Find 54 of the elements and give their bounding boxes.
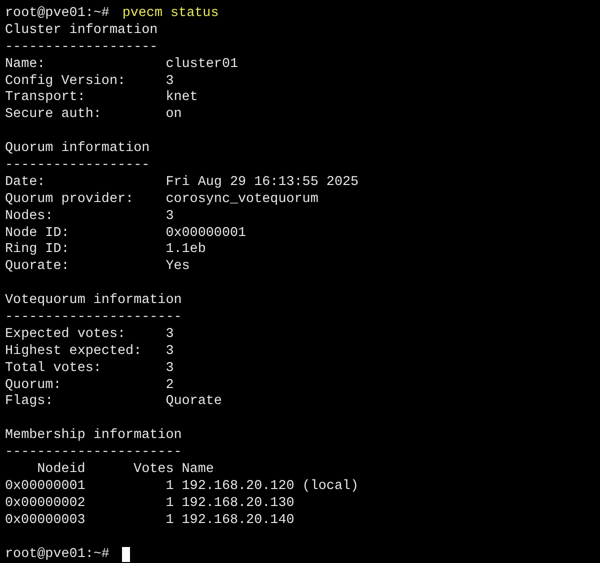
section-heading: Cluster information (5, 22, 158, 40)
column-header: Votes (134, 462, 174, 479)
shell-prompt: root@pve01:~# (5, 546, 110, 563)
table-cell: 0x00000002 (4, 496, 86, 513)
field-value: 3 (166, 326, 174, 344)
field-label: Nodes: (5, 208, 54, 224)
field-label: Highest expected: (5, 344, 142, 359)
table-cell: 192.168.20.140 (182, 512, 294, 530)
field-label: Node ID: (5, 226, 70, 241)
field-label: Quorum provider: (5, 192, 134, 207)
field-value: 3 (166, 344, 174, 361)
field-value: knet (166, 90, 198, 108)
field-value: 2 (166, 378, 174, 394)
table-cell: 0x00000003 (4, 512, 86, 530)
field-value: Yes (166, 259, 190, 276)
field-value: Fri Aug 29 16:13:55 2025 (166, 174, 359, 192)
table-cell: 192.168.20.120 (local) (182, 478, 359, 496)
section-heading: Quorum information (5, 141, 150, 158)
field-label: Total votes: (5, 360, 102, 376)
table-cell: 192.168.20.130 (182, 496, 294, 513)
field-label: Transport: (5, 90, 86, 106)
cursor-icon (122, 547, 130, 562)
field-value: on (166, 107, 182, 124)
field-value: cluster01 (166, 56, 238, 74)
field-label: Secure auth: (5, 107, 102, 122)
field-value: 3 (166, 74, 174, 90)
dashed-rule: ------------------- (5, 40, 158, 57)
shell-prompt: root@pve01:~# (5, 6, 110, 23)
field-value: 3 (166, 208, 174, 226)
field-value: 3 (166, 360, 174, 378)
field-value: 0x00000001 (166, 226, 246, 242)
column-header: Nodeid (37, 462, 86, 479)
dashed-rule: ---------------------- (5, 310, 182, 327)
field-label: Date: (5, 174, 46, 190)
field-label: Quorum: (5, 378, 62, 393)
field-value: Quorate (166, 394, 222, 412)
field-label: Ring ID: (5, 242, 70, 258)
table-cell: 0x00000001 (4, 478, 86, 496)
section-heading: Membership information (5, 428, 182, 446)
field-value: 1.1eb (166, 242, 206, 260)
table-cell: 1 (166, 496, 174, 513)
table-cell: 1 (166, 512, 174, 530)
table-cell: 1 (166, 478, 174, 496)
dashed-rule: ------------------ (5, 158, 150, 175)
field-label: Name: (5, 56, 46, 72)
field-label: Expected votes: (5, 326, 126, 342)
field-label: Quorate: (5, 259, 70, 274)
column-header: Name (182, 462, 214, 479)
command-text: pvecm status (122, 6, 219, 23)
dashed-rule: ---------------------- (5, 445, 182, 462)
field-label: Flags: (5, 394, 54, 410)
section-heading: Votequorum information (5, 293, 182, 310)
field-label: Config Version: (5, 74, 126, 89)
field-value: corosync_votequorum (166, 192, 318, 209)
